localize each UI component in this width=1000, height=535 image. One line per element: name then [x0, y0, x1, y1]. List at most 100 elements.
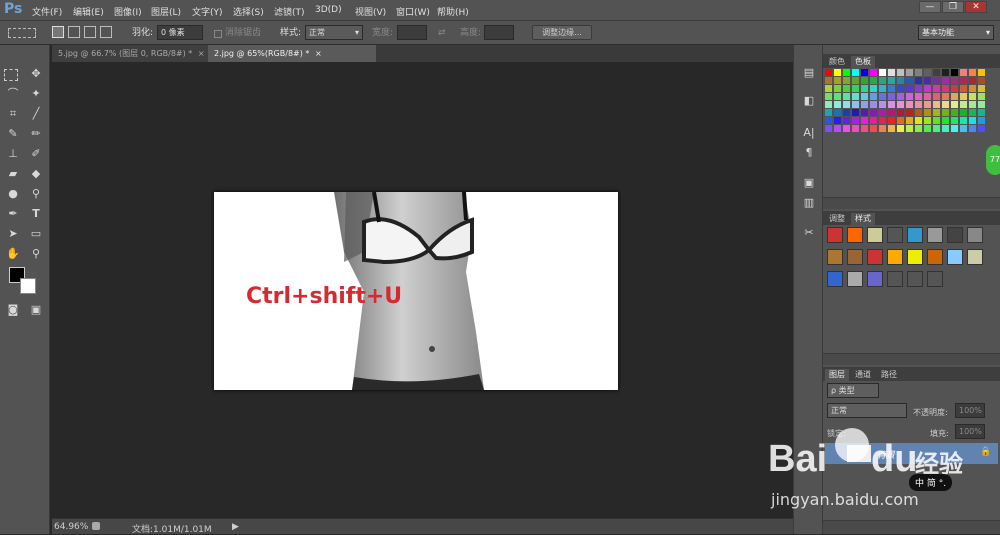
swatch[interactable]	[960, 69, 967, 76]
status-arrow-icon[interactable]: ▶	[232, 522, 239, 532]
rect-marquee-icon[interactable]	[4, 69, 18, 81]
swatch[interactable]	[951, 117, 958, 124]
swatch[interactable]	[861, 101, 868, 108]
swatch[interactable]	[825, 77, 832, 84]
style-preset[interactable]	[907, 271, 923, 287]
tab-5jpg[interactable]: 5.jpg @ 66.7% (图层 0, RGB/8#) * ×	[52, 45, 208, 62]
swatch[interactable]	[915, 117, 922, 124]
swatch[interactable]	[870, 69, 877, 76]
paragraph-icon[interactable]: ¶	[801, 145, 817, 161]
swatch[interactable]	[825, 109, 832, 116]
dodge-icon[interactable]: ⚲	[27, 185, 45, 203]
swatch[interactable]	[960, 117, 967, 124]
swatch[interactable]	[834, 69, 841, 76]
lasso-icon[interactable]: ⌒	[4, 85, 22, 103]
swatch[interactable]	[861, 109, 868, 116]
style-preset[interactable]	[847, 249, 863, 265]
notes-icon[interactable]: ▣	[801, 175, 817, 191]
menu-view[interactable]: 视图(V)	[355, 5, 386, 18]
swatch[interactable]	[843, 117, 850, 124]
swatch[interactable]	[906, 77, 913, 84]
swatch[interactable]	[843, 85, 850, 92]
swatch[interactable]	[915, 101, 922, 108]
antialias-checkbox[interactable]	[214, 30, 222, 38]
pen-icon[interactable]: ✒	[4, 205, 22, 223]
style-select[interactable]: 正常 ▾	[305, 25, 363, 40]
swatch[interactable]	[852, 125, 859, 132]
history-icon[interactable]: ▤	[801, 65, 817, 81]
swatch[interactable]	[933, 117, 940, 124]
tab-paths[interactable]: 路径	[877, 369, 901, 381]
swatch[interactable]	[897, 117, 904, 124]
swatch[interactable]	[978, 125, 985, 132]
marquee-tool-icon[interactable]	[8, 28, 36, 38]
swatch[interactable]	[861, 77, 868, 84]
swatch[interactable]	[843, 125, 850, 132]
swatch[interactable]	[888, 101, 895, 108]
swatch[interactable]	[924, 77, 931, 84]
swatch[interactable]	[942, 93, 949, 100]
document-image[interactable]: Ctrl+shift+U	[214, 192, 618, 390]
swatch[interactable]	[861, 69, 868, 76]
menu-window[interactable]: 窗口(W)	[396, 5, 430, 18]
swatch[interactable]	[915, 109, 922, 116]
swatch[interactable]	[852, 117, 859, 124]
swatch[interactable]	[843, 101, 850, 108]
swatch[interactable]	[870, 117, 877, 124]
menu-edit[interactable]: 编辑(E)	[73, 5, 104, 18]
magic-wand-icon[interactable]: ✦	[27, 85, 45, 103]
menu-type[interactable]: 文字(Y)	[192, 5, 223, 18]
swatch[interactable]	[825, 85, 832, 92]
swatch[interactable]	[960, 93, 967, 100]
path-select-icon[interactable]: ➤	[4, 225, 22, 243]
swatch[interactable]	[924, 69, 931, 76]
swatch[interactable]	[870, 125, 877, 132]
swatch[interactable]	[942, 109, 949, 116]
swatch[interactable]	[834, 101, 841, 108]
feather-input[interactable]: 0 像素	[157, 25, 203, 40]
swatch[interactable]	[870, 77, 877, 84]
background-color[interactable]	[20, 278, 36, 294]
style-preset[interactable]	[867, 271, 883, 287]
swatch[interactable]	[861, 85, 868, 92]
swatch[interactable]	[960, 101, 967, 108]
swatch[interactable]	[879, 109, 886, 116]
swatch[interactable]	[915, 77, 922, 84]
type-icon[interactable]: T	[27, 205, 45, 223]
swatch[interactable]	[870, 109, 877, 116]
swatch[interactable]	[879, 77, 886, 84]
style-preset[interactable]	[847, 227, 863, 243]
badge[interactable]: 77	[986, 145, 1000, 175]
eraser-icon[interactable]: ▰	[4, 165, 22, 183]
style-grid[interactable]	[825, 227, 995, 297]
minimize-button[interactable]: —	[919, 1, 941, 13]
swatch[interactable]	[924, 117, 931, 124]
swatch[interactable]	[843, 77, 850, 84]
style-preset[interactable]	[887, 227, 903, 243]
swatch[interactable]	[879, 69, 886, 76]
intersect-selection-icon[interactable]	[100, 26, 112, 38]
style-preset[interactable]	[947, 227, 963, 243]
swatch[interactable]	[942, 125, 949, 132]
swatch[interactable]	[852, 93, 859, 100]
close-icon[interactable]: ×	[198, 49, 205, 58]
swatch[interactable]	[852, 85, 859, 92]
swatch[interactable]	[861, 125, 868, 132]
zoom-level[interactable]: 64.96%	[54, 522, 88, 532]
healing-brush-icon[interactable]: ✎	[4, 125, 22, 143]
tab-swatches[interactable]: 色板	[851, 56, 875, 68]
swatch[interactable]	[978, 85, 985, 92]
swatch[interactable]	[861, 93, 868, 100]
swatch[interactable]	[906, 93, 913, 100]
swatch[interactable]	[942, 85, 949, 92]
swatch[interactable]	[924, 125, 931, 132]
width-input[interactable]	[397, 25, 427, 40]
swatch[interactable]	[861, 117, 868, 124]
swatch[interactable]	[879, 117, 886, 124]
style-preset[interactable]	[847, 271, 863, 287]
status-icon[interactable]	[92, 522, 100, 530]
menu-file[interactable]: 文件(F)	[32, 5, 62, 18]
style-preset[interactable]	[867, 227, 883, 243]
screen-mode-icon[interactable]: ▣	[27, 301, 45, 319]
swatch[interactable]	[960, 109, 967, 116]
